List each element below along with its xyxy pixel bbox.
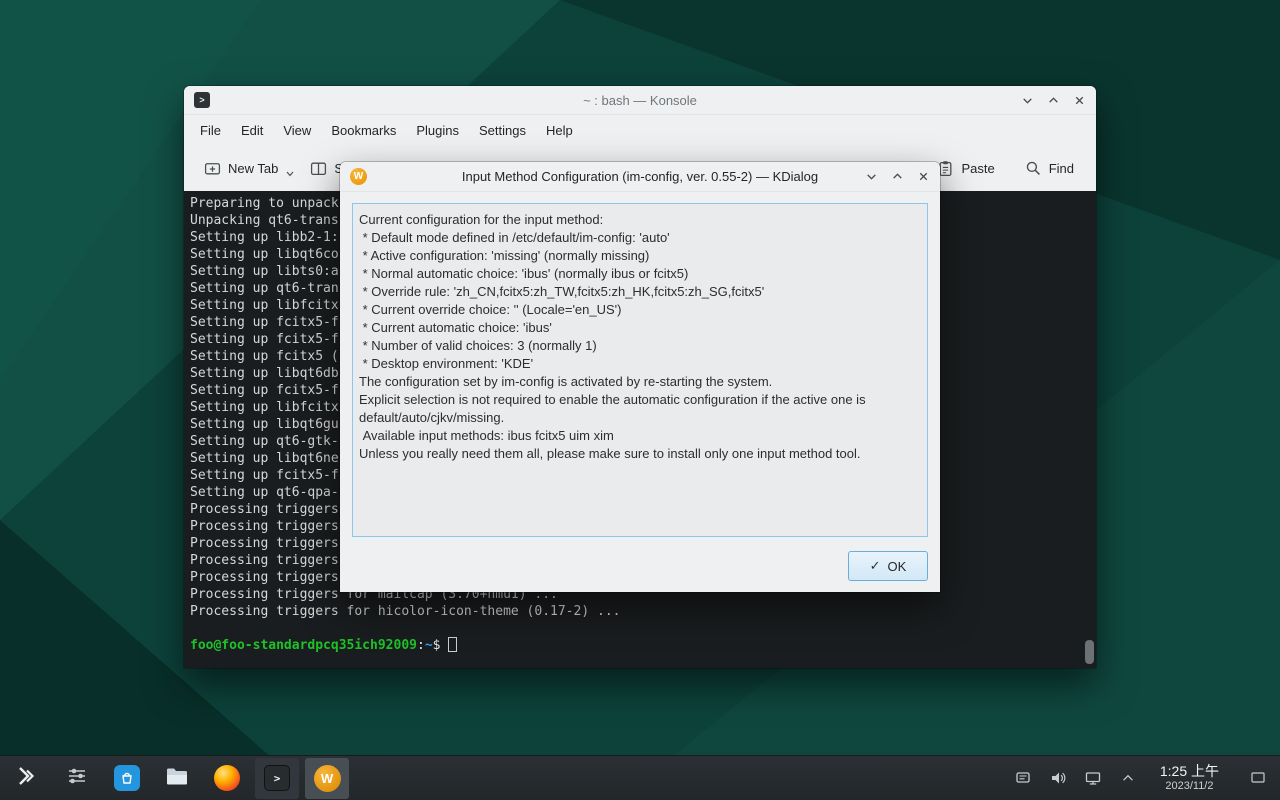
discover-icon bbox=[114, 765, 140, 791]
dialog-message-line: Current configuration for the input meth… bbox=[359, 211, 921, 229]
prompt-user-host: foo@foo-standardpcq35ich92009 bbox=[190, 638, 417, 653]
firefox-icon bbox=[214, 765, 240, 791]
prompt-path: ~ bbox=[425, 638, 433, 653]
dialog-message-frame: Current configuration for the input meth… bbox=[352, 203, 928, 537]
dolphin-button[interactable] bbox=[155, 758, 199, 799]
dialog-message-line: * Active configuration: 'missing' (norma… bbox=[359, 247, 921, 265]
dialog-message-line: * Default mode defined in /etc/default/i… bbox=[359, 229, 921, 247]
dialog-message-line: Explicit selection is not required to en… bbox=[359, 391, 921, 427]
menu-item[interactable]: Plugins bbox=[406, 118, 469, 143]
ok-button[interactable]: ✓ OK bbox=[848, 551, 928, 581]
dialog-message-line: * Current automatic choice: 'ibus' bbox=[359, 319, 921, 337]
paste-icon bbox=[937, 160, 954, 177]
new-tab-dropdown-icon[interactable] bbox=[286, 171, 294, 177]
dialog-title: Input Method Configuration (im-config, v… bbox=[462, 169, 818, 184]
kdialog-window: W Input Method Configuration (im-config,… bbox=[340, 162, 940, 592]
clock-date: 2023/11/2 bbox=[1165, 780, 1213, 793]
maximize-button[interactable] bbox=[1042, 89, 1064, 111]
kdialog-titlebar[interactable]: W Input Method Configuration (im-config,… bbox=[340, 162, 940, 192]
konsole-menubar: File Edit View Bookmarks Plugins Setting… bbox=[184, 115, 1096, 146]
new-tab-icon bbox=[204, 160, 221, 177]
find-button[interactable]: Find bbox=[1017, 153, 1082, 184]
app-launcher-button[interactable] bbox=[5, 758, 49, 799]
firefox-button[interactable] bbox=[205, 758, 249, 799]
dialog-message-line: * Override rule: 'zh_CN,fcitx5:zh_TW,fci… bbox=[359, 283, 921, 301]
im-config-app-icon: W bbox=[350, 168, 367, 185]
maximize-button[interactable] bbox=[886, 166, 908, 188]
window-title: ~ : bash — Konsole bbox=[583, 93, 697, 108]
dialog-message-line: The configuration set by im-config is ac… bbox=[359, 373, 921, 391]
sliders-icon bbox=[66, 765, 88, 792]
scrollbar-handle[interactable] bbox=[1085, 640, 1094, 664]
display-tray-icon[interactable] bbox=[1082, 763, 1104, 793]
taskbar-task-im-config[interactable]: W bbox=[305, 758, 349, 799]
menu-item[interactable]: File bbox=[190, 118, 231, 143]
close-button[interactable] bbox=[912, 166, 934, 188]
minimize-button[interactable] bbox=[860, 166, 882, 188]
konsole-titlebar[interactable]: > ~ : bash — Konsole bbox=[184, 86, 1096, 115]
terminal-scrollbar[interactable] bbox=[1085, 195, 1094, 664]
minimize-button[interactable] bbox=[1016, 89, 1038, 111]
paste-button[interactable]: Paste bbox=[929, 153, 1002, 184]
menu-item[interactable]: Settings bbox=[469, 118, 536, 143]
taskbar-clock[interactable]: 1:25 上午 2023/11/2 bbox=[1160, 763, 1219, 793]
search-icon bbox=[1025, 160, 1042, 177]
close-button[interactable] bbox=[1068, 89, 1090, 111]
clock-time: 1:25 上午 bbox=[1160, 763, 1219, 780]
split-view-icon bbox=[310, 160, 327, 177]
konsole-icon: > bbox=[264, 765, 290, 791]
terminal-cursor bbox=[448, 637, 457, 652]
system-settings-button[interactable] bbox=[55, 758, 99, 799]
tray-expand-chevron-icon[interactable] bbox=[1117, 763, 1139, 793]
notifications-tray-icon[interactable] bbox=[1012, 763, 1034, 793]
terminal-prompt: foo@foo-standardpcq35ich92009:~$ bbox=[190, 637, 1082, 654]
taskbar: > W 1:25 上午 2023/11/2 bbox=[0, 755, 1280, 800]
menu-item[interactable]: Bookmarks bbox=[321, 118, 406, 143]
dialog-message-line: Unless you really need them all, please … bbox=[359, 445, 921, 463]
volume-tray-icon[interactable] bbox=[1047, 763, 1069, 793]
dialog-message-line: * Desktop environment: 'KDE' bbox=[359, 355, 921, 373]
taskbar-task-konsole[interactable]: > bbox=[255, 758, 299, 799]
dialog-message-line: * Normal automatic choice: 'ibus' (norma… bbox=[359, 265, 921, 283]
dialog-message-line: * Current override choice: '' (Locale='e… bbox=[359, 301, 921, 319]
folder-icon bbox=[164, 763, 190, 794]
dialog-message-line: Available input methods: ibus fcitx5 uim… bbox=[359, 427, 921, 445]
im-config-icon: W bbox=[314, 765, 341, 792]
discover-button[interactable] bbox=[105, 758, 149, 799]
konsole-app-icon: > bbox=[194, 92, 210, 108]
menu-item[interactable]: Edit bbox=[231, 118, 273, 143]
new-tab-button[interactable]: New Tab bbox=[196, 153, 302, 184]
show-desktop-button[interactable] bbox=[1246, 763, 1270, 793]
app-launcher-icon bbox=[15, 764, 39, 793]
dialog-message-line: * Number of valid choices: 3 (normally 1… bbox=[359, 337, 921, 355]
menu-item[interactable]: View bbox=[273, 118, 321, 143]
terminal-line: Processing triggers for hicolor-icon-the… bbox=[190, 603, 1082, 620]
check-icon: ✓ bbox=[870, 558, 881, 574]
menu-item[interactable]: Help bbox=[536, 118, 583, 143]
